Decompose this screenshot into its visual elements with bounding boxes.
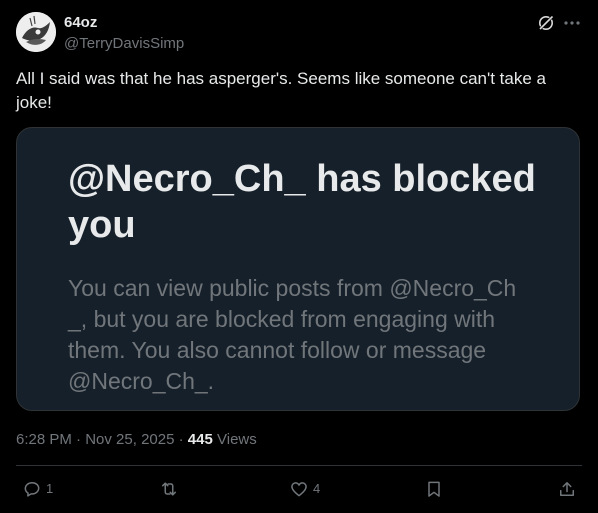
bookmark-button[interactable] bbox=[424, 478, 444, 500]
share-button[interactable] bbox=[557, 478, 577, 500]
avatar[interactable] bbox=[16, 12, 56, 52]
reply-count: 1 bbox=[46, 481, 54, 496]
post-date[interactable]: Nov 25, 2025 bbox=[85, 431, 174, 448]
views-label: Views bbox=[217, 431, 257, 448]
repost-icon bbox=[162, 482, 176, 496]
avatar-image bbox=[16, 12, 56, 52]
grok-icon[interactable] bbox=[536, 13, 556, 33]
bookmark-icon bbox=[428, 481, 440, 497]
reply-button[interactable]: 1 bbox=[22, 478, 53, 500]
meta-separator: · bbox=[76, 431, 82, 448]
author-handle[interactable]: @TerryDavisSimp bbox=[64, 35, 184, 53]
views-count: 445 bbox=[187, 431, 213, 448]
post-meta: 6:28 PM · Nov 25, 2025 · 445 Views bbox=[16, 431, 257, 449]
blocked-notice-card: @Necro_Ch_ has blocked you You can view … bbox=[16, 127, 580, 411]
blocked-notice-title: @Necro_Ch_ has blocked you bbox=[68, 158, 536, 246]
post-text: All I said was that he has asperger's. S… bbox=[16, 69, 546, 112]
reply-icon bbox=[24, 482, 40, 497]
divider bbox=[16, 465, 582, 466]
share-icon bbox=[560, 482, 574, 496]
like-button[interactable]: 4 bbox=[289, 478, 320, 500]
blocked-notice-description: You can view public posts from @Necro_Ch… bbox=[68, 275, 517, 394]
heart-icon bbox=[291, 482, 307, 497]
post-time[interactable]: 6:28 PM bbox=[16, 431, 72, 448]
post: 64oz @TerryDavisSimp All I said was that… bbox=[0, 0, 598, 513]
like-count: 4 bbox=[313, 481, 321, 496]
meta-separator: · bbox=[178, 431, 184, 448]
repost-button[interactable] bbox=[159, 478, 183, 500]
more-options-icon[interactable] bbox=[562, 13, 582, 33]
author-display-name[interactable]: 64oz bbox=[64, 14, 97, 32]
